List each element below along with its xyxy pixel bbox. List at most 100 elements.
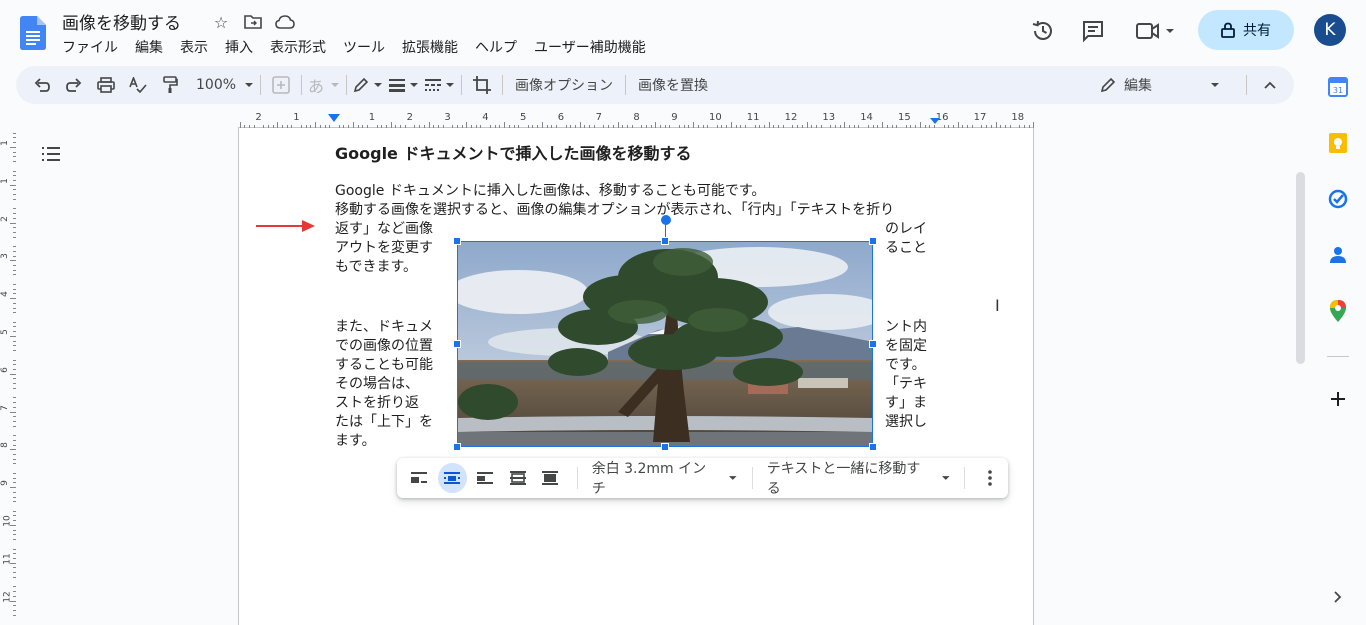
undo-icon[interactable] <box>28 71 56 99</box>
ruler-number: 15 <box>898 112 911 123</box>
ruler-number: 13 <box>822 112 836 123</box>
contacts-icon[interactable] <box>1327 244 1349 266</box>
image-options-button[interactable]: 画像オプション <box>509 75 619 95</box>
ruler-tick <box>13 151 16 153</box>
horizontal-ruler[interactable]: 2 1 1 2 3 4 5 6 7 8 9 10 11 12 13 14 15 16 17 18 <box>238 110 1035 128</box>
crop-icon[interactable] <box>468 71 496 99</box>
ruler-tick <box>13 156 16 158</box>
menu-help[interactable]: ヘルプ <box>475 37 525 57</box>
vertical-ruler[interactable]: 1 1 2 3 4 5 6 7 8 9 10 11 12 <box>0 128 16 625</box>
comment-icon[interactable] <box>1081 19 1105 43</box>
wrap-text-right[interactable]: です。 <box>885 356 926 375</box>
in-front-of-text-button[interactable] <box>536 463 565 493</box>
selected-image[interactable] <box>457 241 873 447</box>
rotate-handle[interactable] <box>661 215 671 225</box>
wrap-text-right[interactable]: す」ま <box>885 394 927 413</box>
add-addon-icon[interactable] <box>1327 388 1349 410</box>
version-history-icon[interactable] <box>1031 19 1055 43</box>
avatar[interactable]: K <box>1314 14 1346 46</box>
menu-file[interactable]: ファイル <box>62 37 126 57</box>
font-select: あ <box>308 71 340 99</box>
share-button[interactable]: 共有 <box>1198 10 1294 50</box>
position-select[interactable]: テキストと一緒に移動する <box>761 458 957 498</box>
outline-icon[interactable] <box>40 144 62 164</box>
ruler-tick <box>13 321 16 323</box>
menu-accessibility[interactable]: ユーザー補助機能 <box>534 37 654 57</box>
chevron-down-icon <box>729 476 737 480</box>
spellcheck-icon[interactable] <box>124 71 152 99</box>
wrap-text-right[interactable]: 選択し <box>885 413 927 432</box>
border-dash-button[interactable] <box>425 71 455 99</box>
resize-handle-bottom-left[interactable] <box>453 443 461 451</box>
more-options-icon[interactable] <box>975 463 1004 493</box>
wrap-inline-button[interactable] <box>405 463 434 493</box>
menu-insert[interactable]: 挿入 <box>225 37 261 57</box>
docs-logo-icon[interactable] <box>20 16 46 50</box>
wrap-text-right[interactable]: を固定 <box>885 337 927 356</box>
paint-format-icon[interactable] <box>156 71 184 99</box>
maps-icon[interactable] <box>1327 300 1349 322</box>
ruler-tick <box>13 170 16 172</box>
ruler-tick <box>13 435 16 437</box>
wrap-text-right[interactable]: のレイ <box>885 220 927 239</box>
calendar-icon[interactable]: 31 <box>1327 76 1349 98</box>
menu-format[interactable]: 表示形式 <box>270 37 334 57</box>
tasks-icon[interactable] <box>1327 188 1349 210</box>
paragraph-line[interactable]: Google ドキュメントに挿入した画像は、移動することも可能です。 <box>335 182 765 201</box>
ruler-tick <box>13 482 16 484</box>
replace-image-button[interactable]: 画像を置換 <box>632 75 714 95</box>
wrap-text-left[interactable]: することも可能 <box>335 356 433 375</box>
resize-handle-top-left[interactable] <box>453 237 461 245</box>
menu-view[interactable]: 表示 <box>180 37 216 57</box>
zoom-select[interactable]: 100% <box>196 71 254 99</box>
collapse-toolbar-icon[interactable] <box>1256 71 1284 99</box>
resize-handle-right[interactable] <box>869 340 877 348</box>
border-color-button[interactable] <box>353 71 383 99</box>
resize-handle-top[interactable] <box>661 237 669 245</box>
resize-handle-top-right[interactable] <box>869 237 877 245</box>
wrap-text-left[interactable]: その場合は、 <box>335 375 419 394</box>
wrap-text-right[interactable]: 「テキ <box>885 375 927 394</box>
left-indent-marker[interactable] <box>328 114 340 122</box>
margin-select[interactable]: 余白 3.2mm インチ <box>586 458 744 498</box>
ruler-tick <box>13 402 16 404</box>
wrap-text-left[interactable]: ます。 <box>335 432 376 451</box>
editing-mode-select[interactable]: 編集 <box>1100 71 1220 99</box>
menu-tools[interactable]: ツール <box>343 37 393 57</box>
resize-handle-bottom-right[interactable] <box>869 443 877 451</box>
ruler-tick <box>13 194 16 196</box>
ruler-tick <box>13 458 16 460</box>
expand-panel-icon[interactable] <box>1327 586 1349 608</box>
star-icon[interactable]: ☆ <box>210 11 232 33</box>
keep-icon[interactable] <box>1327 132 1349 154</box>
menu-extensions[interactable]: 拡張機能 <box>402 37 466 57</box>
redo-icon[interactable] <box>60 71 88 99</box>
wrap-text-left[interactable]: もできます。 <box>335 258 417 277</box>
ruler-tick <box>13 293 16 295</box>
wrap-text-left[interactable]: での画像の位置 <box>335 337 433 356</box>
document-heading[interactable]: Google ドキュメントで挿入した画像を移動する <box>335 140 691 164</box>
wrap-text-left[interactable]: また、ドキュメ <box>335 318 433 337</box>
wrap-text-right[interactable]: ント内 <box>885 318 927 337</box>
wrap-text-button[interactable] <box>437 463 467 493</box>
resize-handle-left[interactable] <box>453 340 461 348</box>
move-folder-icon[interactable] <box>242 11 264 33</box>
print-icon[interactable] <box>92 71 120 99</box>
behind-text-button[interactable] <box>503 463 532 493</box>
paragraph-line[interactable]: 移動する画像を選択すると、画像の編集オプションが表示され、「行内」「テキストを折… <box>335 201 894 220</box>
break-text-button[interactable] <box>471 463 500 493</box>
wrap-text-left[interactable]: 返す」など画像 <box>335 220 433 239</box>
wrap-text-left[interactable]: ストを折り返 <box>335 394 419 413</box>
menu-edit[interactable]: 編集 <box>135 37 171 57</box>
font-placeholder: あ <box>308 77 325 96</box>
resize-handle-bottom[interactable] <box>661 443 669 451</box>
doc-title[interactable]: 画像を移動する <box>62 9 181 34</box>
wrap-text-left[interactable]: アウトを変更す <box>335 239 433 258</box>
ruler-number: 7 <box>0 404 10 411</box>
wrap-text-left[interactable]: たは「上下」を <box>335 413 433 432</box>
wrap-text-right[interactable]: ること <box>885 239 927 258</box>
cloud-status-icon[interactable] <box>274 11 296 33</box>
border-weight-button[interactable] <box>389 71 419 99</box>
vertical-scrollbar[interactable] <box>1296 172 1305 364</box>
meet-icon[interactable] <box>1136 21 1176 41</box>
